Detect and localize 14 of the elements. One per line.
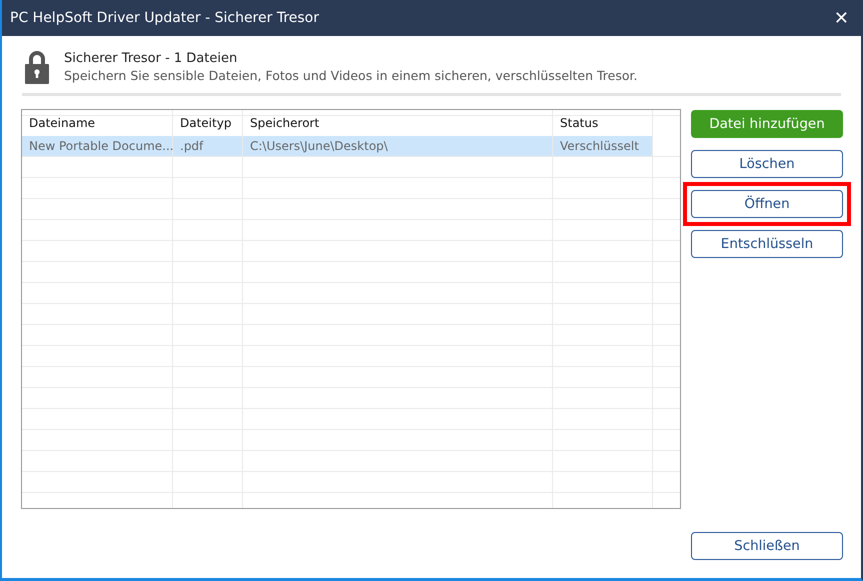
close-button[interactable]: ✕	[830, 8, 853, 28]
action-button[interactable]: Datei hinzufügen	[691, 110, 843, 138]
lock-icon	[24, 50, 50, 84]
vault-description: Speichern Sie sensible Dateien, Fotos und Videos in einem sicheren, verschlüsselten Tresor.	[64, 68, 638, 83]
close-dialog-button[interactable]: Schließen	[691, 532, 843, 560]
table-cell: .pdf	[173, 136, 243, 157]
table-cell: New Portable Docume...	[22, 136, 173, 157]
table-cell: C:\Users\June\Desktop\	[243, 136, 553, 157]
action-button[interactable]: Öffnen	[691, 190, 843, 218]
action-button[interactable]: Entschlüsseln	[691, 230, 843, 258]
table-cell: Verschlüsselt	[553, 136, 653, 157]
window-title: PC HelpSoft Driver Updater - Sicherer Tresor	[10, 10, 319, 26]
action-button[interactable]: Löschen	[691, 150, 843, 178]
vault-title: Sicherer Tresor - 1 Dateien	[64, 51, 238, 66]
